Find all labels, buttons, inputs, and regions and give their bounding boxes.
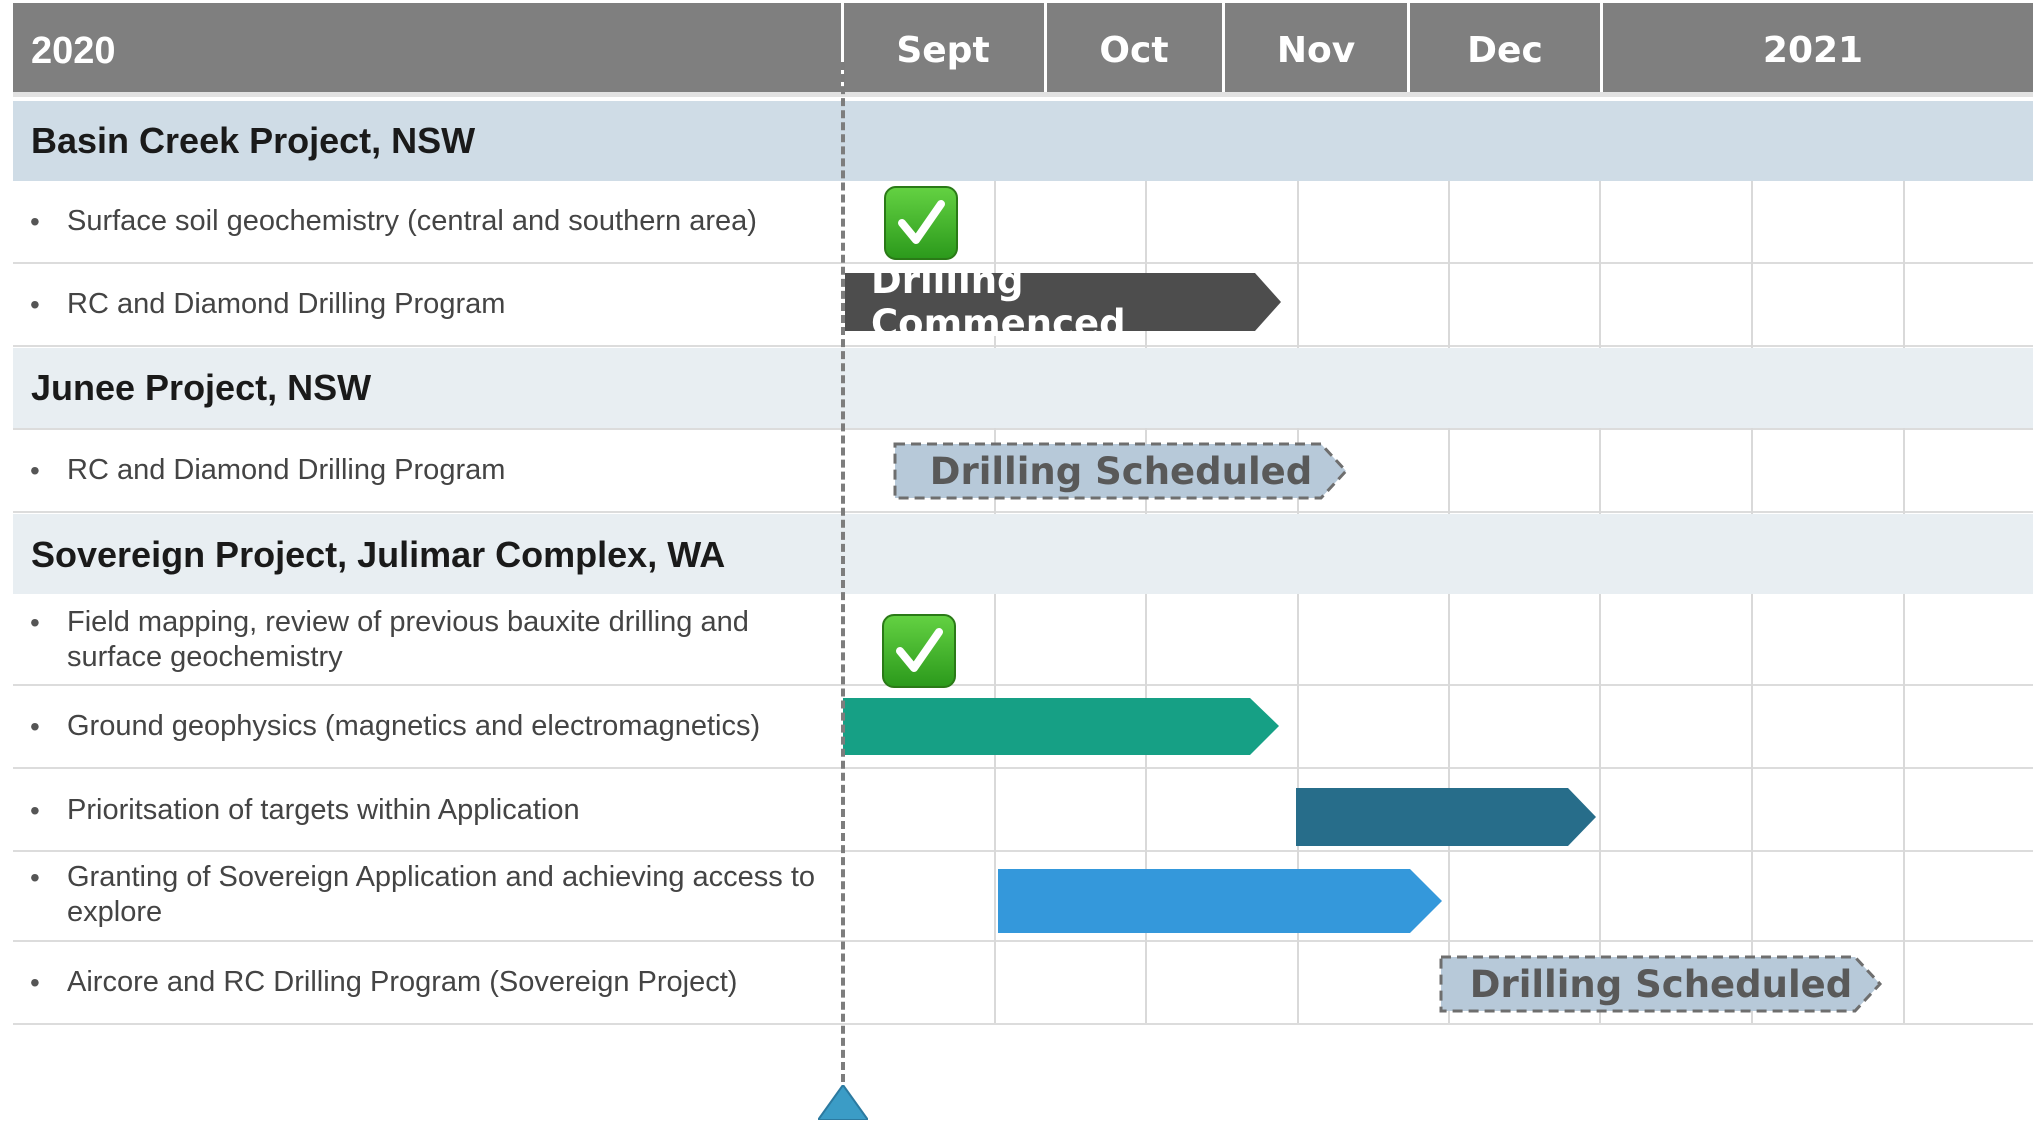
bar-label-drilling-scheduled-sovereign: Drilling Scheduled [1469,962,1853,1006]
check-mark-icon [882,614,956,688]
grid-line [1903,181,1905,348]
grid-line [1599,428,1601,514]
triangle-up-icon [816,1083,870,1125]
task-basin-drilling: RC and Diamond Drilling Program [67,288,506,320]
row-divider [13,767,2033,769]
grid-line [1751,181,1753,348]
header-month-sept: Sept [896,30,990,71]
timeline-header: 2020 Sept Oct Nov Dec 2021 [13,3,2033,92]
bar-drilling-commenced: Drilling Commenced [845,259,1281,345]
bullet: • [30,711,40,742]
bar-granting-application [998,869,1442,933]
section-title-basin-creek: Basin Creek Project, NSW [31,120,476,161]
task-granting: Granting of Sovereign Application and ac… [67,861,816,928]
row-divider [13,684,2033,686]
bullet: • [30,862,40,893]
bullet: • [30,967,40,998]
bar-prioritisation [1296,788,1596,846]
header-month-nov: Nov [1276,30,1356,71]
bar-drilling-scheduled-sovereign: Drilling Scheduled [1439,955,1883,1013]
row-divider [13,940,2033,942]
grid-line [1448,428,1450,514]
grid-line [1751,428,1753,514]
row-divider [13,428,2033,430]
task-field-mapping: Field mapping, review of previous bauxit… [67,606,749,673]
grid-line [1297,181,1299,348]
check-mark-icon [884,186,958,260]
header-month-dec: Dec [1467,30,1543,71]
row-divider [13,1023,2033,1025]
grid-line [1145,594,1147,1023]
task-surface-soil: Surface soil geochemistry (central and s… [67,205,757,237]
bullet: • [30,607,40,638]
bar-drilling-scheduled-junee: Drilling Scheduled [893,442,1349,500]
row-divider [13,345,2033,347]
grid-line [1448,181,1450,348]
header-year-2020: 2020 [31,30,116,72]
grid-line [1903,594,1905,1023]
bar-label-drilling-commenced: Drilling Commenced [871,259,1126,345]
header-month-oct: Oct [1099,30,1169,71]
bullet: • [30,795,40,826]
bullet: • [30,289,40,320]
header-underline [13,92,2033,97]
section-title-sovereign: Sovereign Project, Julimar Complex, WA [31,534,726,575]
row-divider [13,511,2033,513]
grid-line [1903,428,1905,514]
grid-line [1599,181,1601,348]
task-junee-drilling: RC and Diamond Drilling Program [67,454,506,486]
section-title-junee: Junee Project, NSW [31,367,372,408]
bar-label-drilling-scheduled-junee: Drilling Scheduled [929,449,1313,493]
header-year-2021: 2021 [1762,30,1864,71]
task-aircore-drilling: Aircore and RC Drilling Program (Soverei… [67,966,738,998]
task-prioritisation: Prioritsation of targets within Applicat… [67,794,580,826]
grid-line [994,594,996,1023]
bullet: • [30,206,40,237]
task-ground-geophysics: Ground geophysics (magnetics and electro… [67,710,761,742]
bar-ground-geophysics [843,698,1279,755]
bullet: • [30,455,40,486]
today-marker-line [841,62,845,1082]
row-divider [13,850,2033,852]
